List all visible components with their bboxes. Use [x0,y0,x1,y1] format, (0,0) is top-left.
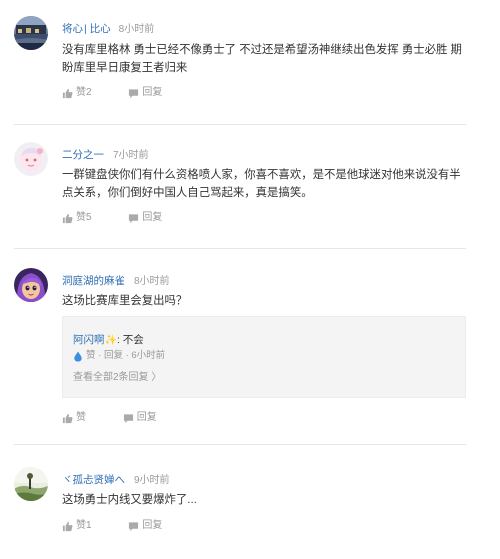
like-count: 赞2 [76,87,92,98]
comment-text: 这场勇士内线又要爆炸了... [62,494,197,506]
thumbs-up-icon [62,413,73,423]
avatar[interactable] [14,142,48,176]
like-count: 赞1 [76,520,92,531]
username[interactable]: 将心 [62,23,83,35]
user-badge: | 比心 [84,23,111,35]
reply-thread: 阿闪啊✨: 不会 赞 · 回复 · 6小时前 查看全部2条回复 〉 [62,316,466,398]
reply-button[interactable]: 回复 [128,519,162,533]
reply-label: 回复 [142,212,163,223]
comment-bubble-icon [129,88,139,98]
avatar[interactable] [14,268,48,302]
avatar[interactable] [14,16,48,50]
divider [14,444,466,445]
like-button[interactable]: 赞 [62,411,86,425]
reply-text: : 不会 [116,334,144,346]
comment-actions: 赞5 回复 [62,211,162,225]
like-button[interactable]: 赞1 [62,519,92,533]
reply-item: 阿闪啊✨: 不会 [73,333,144,348]
comment-bubble-icon [123,413,133,423]
reply-meta[interactable]: 赞 · 回复 · 6小时前 [86,350,165,362]
avatar-cartoon-girl-icon [14,142,48,176]
timestamp: 8小时前 [118,24,155,35]
timestamp: 7小时前 [113,150,149,161]
view-all-replies-link[interactable]: 查看全部2条回复 〉 [73,372,161,384]
comment-bubble-icon [129,213,139,223]
thumbs-up-icon [62,213,73,223]
comment-text: 这场比赛库里会复出吗？ [62,295,188,307]
comment-meta: 洞庭湖的麻雀 8小时前 [62,272,170,288]
comment-text: 没有库里格林 勇士已经不像勇士了 不过还是希望汤神继续出色发挥 勇士必胜 期盼库… [62,44,462,74]
comment-text: 一群键盘侠你们有什么资格喷人家，你喜不喜欢，是不是他球迷对他来说没有半点关系，你… [62,169,461,199]
comment-bubble-icon [129,521,139,531]
username[interactable]: 二分之一 [62,149,104,161]
reply-button[interactable]: 回复 [128,86,162,100]
reply-label: 回复 [142,87,163,98]
water-drop-icon[interactable] [73,350,83,362]
like-count: 赞5 [76,212,92,223]
avatar-town-photo-icon [14,16,48,50]
reply-label: 回复 [142,520,163,531]
reply-actions: 赞 · 回复 · 6小时前 [73,350,165,362]
comment-actions: 赞1 回复 [62,519,162,533]
divider [14,248,466,249]
reply-username[interactable]: 阿闪啊 [73,334,105,346]
like-button[interactable]: 赞2 [62,86,92,100]
thumbs-up-icon [62,521,73,531]
username[interactable]: 洞庭湖的麻雀 [62,275,125,287]
timestamp: 8小时前 [134,276,170,287]
reply-label: 回复 [136,412,157,423]
sparkle-icon: ✨ [104,335,117,346]
comment-actions: 赞 回复 [62,411,157,425]
comment-meta: ヾ孤忐贤婵へ 9小时前 [62,471,170,487]
like-button[interactable]: 赞5 [62,211,92,225]
like-count: 赞 [76,412,86,423]
timestamp: 9小时前 [134,475,170,486]
reply-button[interactable]: 回复 [128,211,162,225]
avatar-landscape-photo-icon [14,467,48,501]
divider [14,124,466,125]
comment-actions: 赞2 回复 [62,86,162,100]
thumbs-up-icon [62,88,73,98]
reply-button[interactable]: 回复 [123,411,157,425]
avatar[interactable] [14,467,48,501]
username[interactable]: ヾ孤忐贤婵へ [62,474,125,486]
avatar-purple-hair-cartoon-icon [14,268,48,302]
comment-meta: 将心| 比心 8小时前 [62,20,154,36]
comment-meta: 二分之一 7小时前 [62,146,149,162]
